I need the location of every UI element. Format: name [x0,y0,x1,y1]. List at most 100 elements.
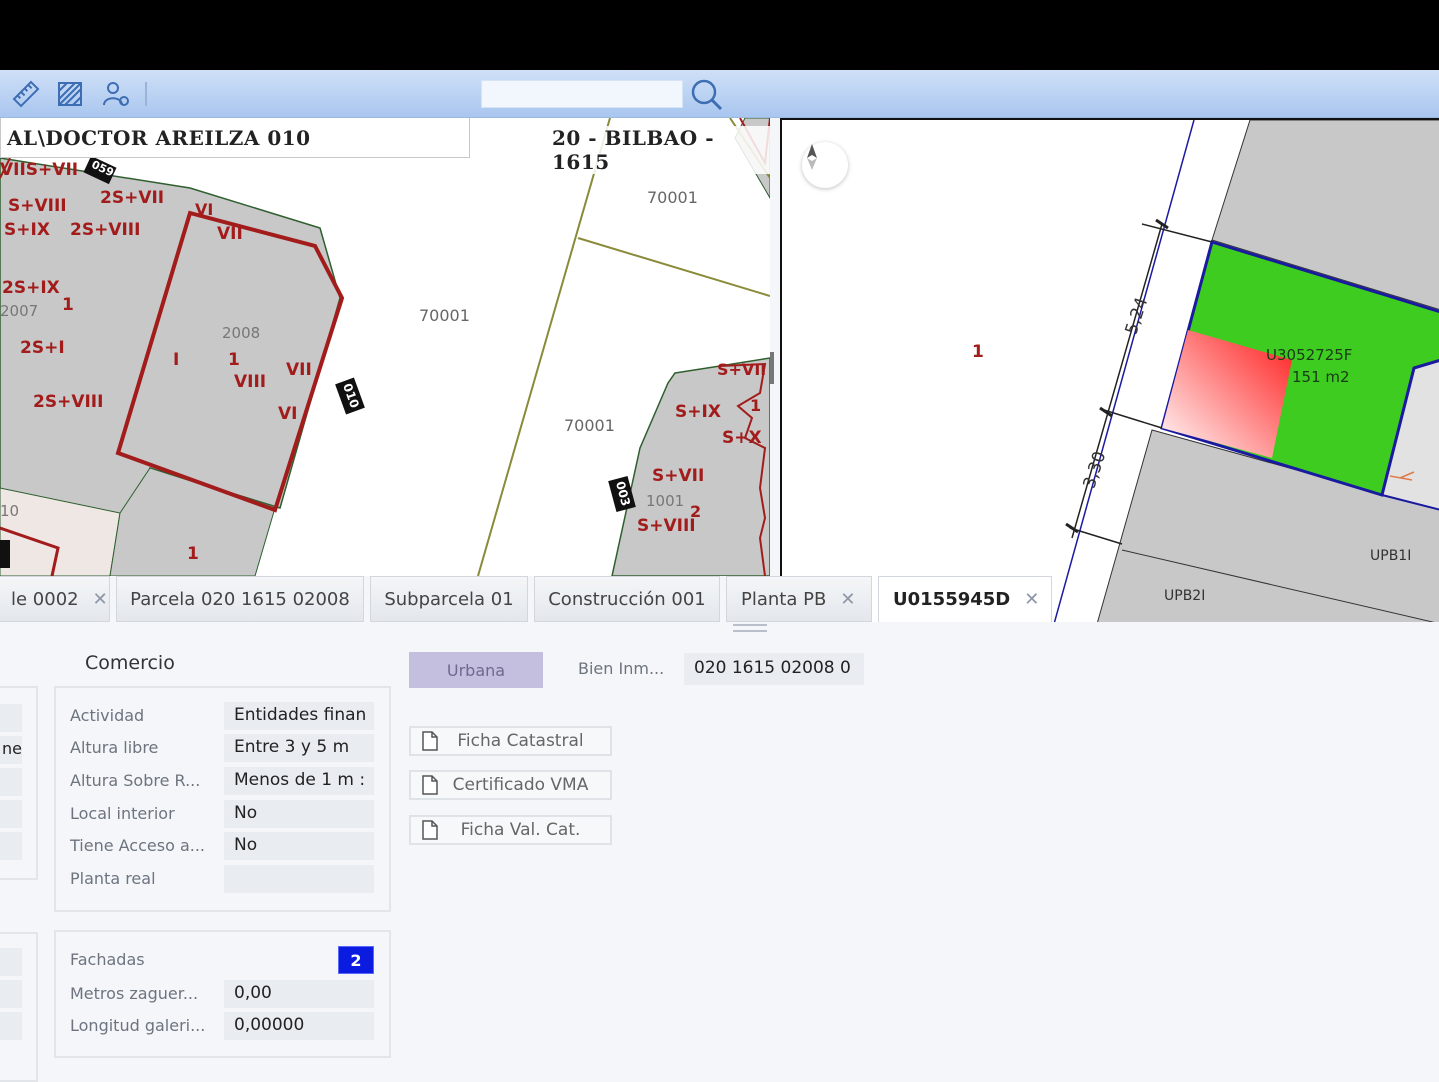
search-input[interactable] [481,80,683,108]
address-label: AL\DOCTOR AREILZA 010 [0,118,470,158]
floor-label: S+VII [652,466,705,486]
tab-subparcela[interactable]: Subparcela 01 [370,576,528,622]
map-splitter-handle[interactable] [770,352,774,384]
tab-label: U0155945D [893,589,1011,610]
floor-label: 2S+I [20,338,65,358]
unit-area: 151 m2 [1292,368,1350,386]
floor-label: 1 [187,544,199,564]
ficha-val-cat-button[interactable]: Ficha Val. Cat. [409,815,612,845]
section-title: Comercio [85,652,175,674]
field-label: Planta real [70,869,156,888]
document-icon [422,775,438,795]
plot-label: 1 [972,342,984,362]
fachadas-count-badge[interactable]: 2 [338,946,374,974]
document-icon [422,731,438,751]
field-value[interactable]: No [224,832,374,860]
field-value[interactable]: 0,00 [224,980,374,1008]
field-label: Local interior [70,804,175,823]
urbana-button[interactable]: Urbana [409,652,543,688]
parcel-number: 70001 [647,188,698,207]
user-settings-icon[interactable] [100,78,132,110]
floor-label: 2S+VIII [70,220,141,240]
plot-number: 2007 [0,302,39,320]
tab-label: Construcción 001 [548,588,706,610]
tab-planta[interactable]: Planta PB ✕ [726,576,872,622]
field-longitud-galeria: Longitud galeri... 0,00000 [70,1012,380,1040]
floor-label: S+X [722,428,762,448]
field-label: Tiene Acceso a... [70,836,206,855]
plot-number: 10 [0,502,20,520]
tab-parcela[interactable]: Parcela 020 1615 02008 [116,576,364,622]
field-value[interactable]: Entidades finan [224,702,374,730]
tab-bar: le 0002 ✕ Parcela 020 1615 02008 Subparce… [0,576,1060,622]
comercio-groupbox: Actividad Entidades finan Altura libre E… [54,686,391,912]
cadastral-map[interactable]: VIIS+VII S+VIII S+IX 2S+VII 2S+VIII VI V… [0,118,770,576]
floor-label: VII [217,224,243,244]
floor-label: 1 [62,295,74,315]
field-planta-real: Planta real [70,865,380,893]
fachadas-groupbox: Fachadas 2 Metros zaguer... 0,00 Longitu… [54,930,391,1058]
unit-label: UPB1I [1370,548,1412,564]
tab-construccion[interactable]: Construcción 001 [534,576,720,622]
floor-plan-map[interactable]: 1 5,24 3,30 U3052725F 151 m2 UPB1I UPB2I [780,118,1439,622]
floor-label: 2S+VIII [33,392,104,412]
floor-label: VIII [234,372,267,392]
floor-label: VII [286,360,312,380]
floor-label: VIIS+VII [0,160,79,180]
field-value[interactable]: 0,00000 [224,1012,374,1040]
parcel-number: 70001 [419,306,470,325]
tab-label: Subparcela 01 [384,588,514,610]
search-icon[interactable] [688,76,724,112]
floor-label: VI [195,200,214,219]
close-icon[interactable]: ✕ [840,589,855,610]
field-label: Metros zaguer... [70,984,199,1003]
floor-label: 2S+IX [2,278,60,298]
bien-inmueble-value[interactable]: 020 1615 02008 0 [684,653,864,685]
button-label: Ficha Catastral [457,731,584,751]
field-value[interactable] [224,865,374,893]
tab-label: Parcela 020 1615 02008 [130,588,350,610]
tab-label: Planta PB [741,588,827,610]
floor-label: S+IX [675,402,721,422]
details-panel: ne Comercio Actividad Entidades finan Al… [0,622,1439,1082]
tab-unit-active[interactable]: U0155945D ✕ [878,576,1052,622]
floor-label: S+IX [4,220,50,240]
field-label: Altura Sobre R... [70,771,201,790]
field-label: Altura libre [70,738,159,757]
plot-number: 1001 [646,492,685,510]
field-value[interactable]: Menos de 1 m : [224,767,374,795]
floor-label: VI [278,404,298,424]
field-altura-libre: Altura libre Entre 3 y 5 m [70,734,380,762]
top-black-bar [0,0,1439,70]
municipality-label: 20 - BILBAO - 1615 [552,126,770,174]
map-toolbar [0,70,1439,118]
close-icon[interactable]: ✕ [1024,589,1039,610]
ficha-catastral-button[interactable]: Ficha Catastral [409,726,612,756]
field-stub [0,768,22,796]
field-stub: ne [0,736,22,764]
field-value[interactable]: Entre 3 y 5 m [224,734,374,762]
field-local-interior: Local interior No [70,800,380,828]
button-label: Certificado VMA [452,775,589,795]
floor-label: S+VII [717,360,767,379]
floor-label: 2S+VII [100,188,165,208]
bien-inmueble-label: Bien Inm... [578,659,665,678]
field-stub [0,800,22,828]
parcel-number: 70001 [564,416,615,435]
unit-label: UPB2I [1164,588,1206,604]
left-groupbox-partial: ne [0,686,38,880]
close-icon[interactable]: ✕ [93,589,108,610]
floor-label: 1 [228,350,240,370]
compass-icon[interactable] [802,142,848,188]
certificado-vma-button[interactable]: Certificado VMA [409,770,612,800]
hatch-icon[interactable] [54,78,86,110]
document-icon [422,820,438,840]
ruler-icon[interactable] [10,78,42,110]
floor-label: 1 [750,396,762,415]
field-value[interactable]: No [224,800,374,828]
field-label: Fachadas [70,950,145,969]
resize-grip[interactable] [733,624,767,632]
tab-subparcel-0002[interactable]: le 0002 ✕ [0,576,110,622]
unit-reference: U3052725F [1266,346,1353,364]
floor-label: I [173,350,180,370]
